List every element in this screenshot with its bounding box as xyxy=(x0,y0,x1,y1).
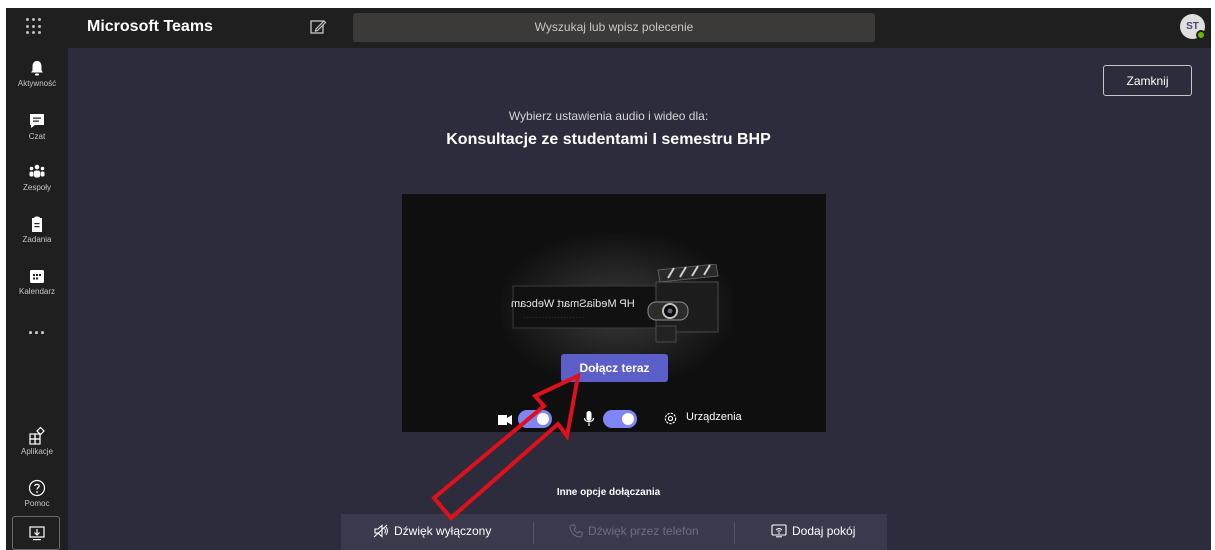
audio-off-label: Dźwięk wyłączony xyxy=(394,524,492,538)
assignments-icon xyxy=(32,216,42,232)
meeting-title: Konsultacje ze studentami I semestru BHP xyxy=(446,131,771,148)
download-icon xyxy=(29,526,45,541)
left-rail: Aktywność Czat Zespoły Zadania Kalendarz… xyxy=(6,48,68,550)
rail-item-teams[interactable]: Zespoły xyxy=(6,156,68,202)
teams-window: Microsoft Teams Wyszukaj lub wpisz polec… xyxy=(6,8,1211,550)
add-room-label: Dodaj pokój xyxy=(792,524,856,538)
bell-icon xyxy=(31,61,43,76)
rail-item-label: Aplikacje xyxy=(20,447,53,456)
app-launcher-icon[interactable] xyxy=(26,18,44,36)
rail-item-label: Pomoc xyxy=(24,499,50,508)
calendar-icon xyxy=(30,270,44,283)
webcam-overlay-subtext: · · · · · · · · · · · · · · · · · · · · xyxy=(524,315,584,321)
rail-item-assignments[interactable]: Zadania xyxy=(6,208,68,254)
close-button[interactable]: Zamknij xyxy=(1103,65,1192,96)
audio-off-option[interactable]: Dźwięk wyłączony xyxy=(373,524,491,538)
microphone-toggle[interactable] xyxy=(603,410,637,428)
rail-item-label: Aktywność xyxy=(17,79,57,88)
phone-audio-label: Dźwięk przez telefon xyxy=(588,524,699,538)
prejoin-subtitle: Wybierz ustawienia audio i wideo dla: xyxy=(508,109,709,123)
rail-item-calendar[interactable]: Kalendarz xyxy=(6,260,68,306)
top-bar: Microsoft Teams Wyszukaj lub wpisz polec… xyxy=(6,8,1211,48)
new-chat-icon[interactable] xyxy=(308,17,328,37)
divider xyxy=(533,522,534,544)
join-now-button[interactable]: Dołącz teraz xyxy=(561,354,668,382)
phone-audio-option[interactable]: Dźwięk przez telefon xyxy=(569,524,699,538)
presence-status-icon xyxy=(1196,30,1206,40)
rail-item-label: Zespoły xyxy=(22,183,51,192)
phone-icon xyxy=(569,524,583,538)
rail-item-label: Kalendarz xyxy=(18,287,56,296)
rail-item-label: Zadania xyxy=(22,235,52,244)
divider xyxy=(734,522,735,544)
app-title: Microsoft Teams xyxy=(87,18,213,35)
teams-icon xyxy=(29,164,45,178)
cast-icon xyxy=(771,524,787,538)
apps-icon xyxy=(29,426,45,445)
gear-icon[interactable] xyxy=(663,411,678,426)
webcam-overlay-text: HP MediaSmart Webcam xyxy=(511,298,635,310)
camera-icon xyxy=(498,415,512,425)
rail-item-apps[interactable]: Aplikacje xyxy=(6,420,68,466)
other-join-options-title: Inne opcje dołączania xyxy=(556,487,661,498)
other-join-options-bar: Dźwięk wyłączony Dźwięk przez telefon Do… xyxy=(341,514,887,550)
speaker-off-icon xyxy=(373,524,388,538)
video-preview: HP MediaSmart Webcam · · · · · · · · · ·… xyxy=(402,194,826,432)
devices-button[interactable]: Urządzenia xyxy=(686,411,742,423)
search-input[interactable]: Wyszukaj lub wpisz polecenie xyxy=(353,13,875,42)
rail-item-activity[interactable]: Aktywność xyxy=(6,52,68,98)
camera-toggle[interactable] xyxy=(518,410,552,428)
microphone-icon xyxy=(583,411,595,426)
more-apps-button[interactable]: ... xyxy=(6,318,68,339)
add-room-option[interactable]: Dodaj pokój xyxy=(771,524,855,538)
download-desktop-app-button[interactable] xyxy=(12,516,60,550)
